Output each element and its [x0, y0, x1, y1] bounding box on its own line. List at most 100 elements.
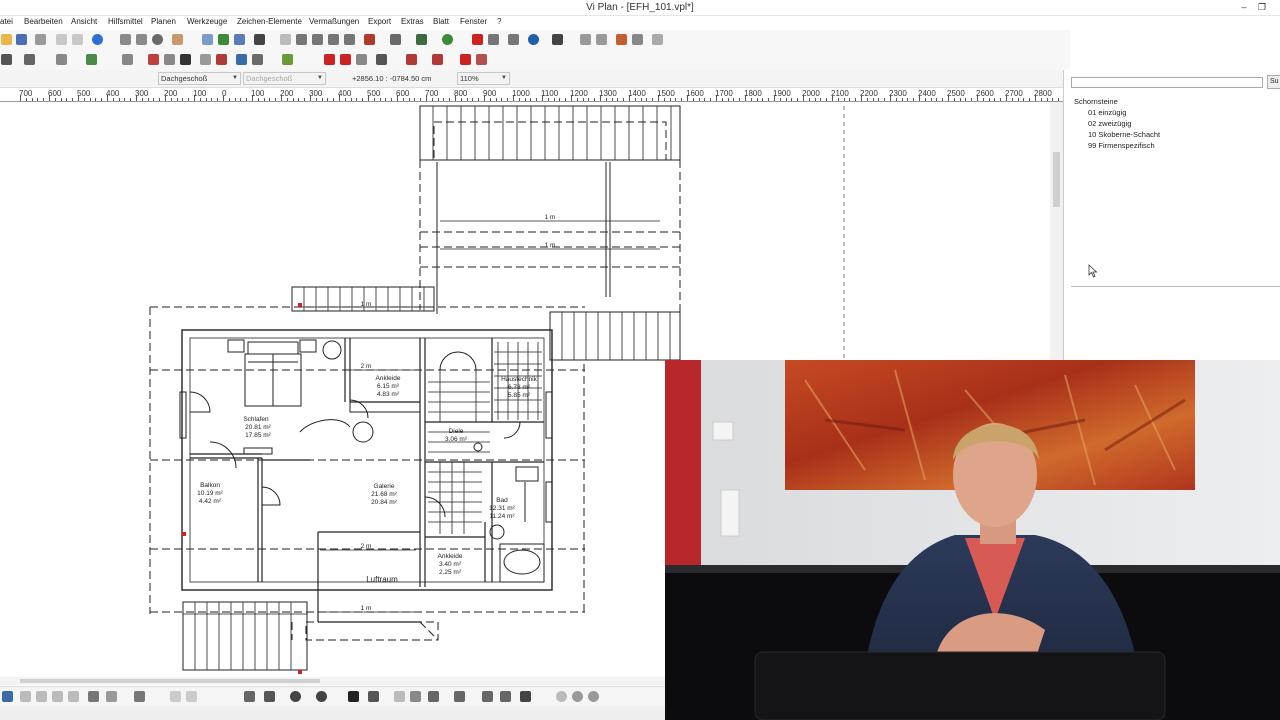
flag-icon[interactable] — [616, 34, 627, 45]
hatch-icon[interactable] — [200, 54, 211, 65]
tool-icon[interactable] — [588, 691, 599, 702]
ellipse-icon[interactable] — [316, 691, 327, 702]
tool-icon[interactable] — [68, 691, 79, 702]
search-button[interactable]: Su — [1267, 75, 1280, 89]
tree-item[interactable]: 10 Skoberne-Schacht — [1074, 129, 1160, 140]
paste-icon[interactable] — [72, 34, 83, 45]
hatch-tool-icon[interactable] — [410, 691, 421, 702]
object-icon[interactable] — [406, 54, 417, 65]
fill-tool-icon[interactable] — [428, 691, 439, 702]
wall-icon[interactable] — [296, 34, 307, 45]
tool-icon[interactable] — [580, 34, 591, 45]
tree-item[interactable]: 01 einzügig — [1074, 107, 1160, 118]
beam-icon[interactable] — [148, 54, 159, 65]
horizontal-scrollbar[interactable] — [0, 677, 665, 685]
scrollbar-thumb[interactable] — [20, 679, 320, 683]
close-x-icon[interactable] — [472, 34, 483, 45]
roof-icon[interactable] — [344, 34, 355, 45]
dimension-icon[interactable] — [368, 691, 379, 702]
pointer-icon[interactable] — [376, 54, 387, 65]
menu-bearbeiten[interactable]: Bearbeiten — [24, 17, 63, 26]
red-tool-icon[interactable] — [324, 54, 335, 65]
open-folder-icon[interactable] — [1, 34, 12, 45]
symbol-icon[interactable] — [356, 54, 367, 65]
menu-hilfsmittel[interactable]: Hilfsmittel — [108, 17, 143, 26]
move-tool-icon[interactable] — [482, 691, 493, 702]
marker-icon[interactable] — [460, 54, 471, 65]
tool-icon[interactable] — [556, 691, 567, 702]
zoom-icon[interactable] — [152, 34, 163, 45]
tool2-icon[interactable] — [596, 34, 607, 45]
copy-tool-icon[interactable] — [134, 691, 145, 702]
home-icon[interactable] — [24, 54, 35, 65]
pin-icon[interactable] — [520, 691, 531, 702]
circle-icon[interactable] — [290, 691, 301, 702]
marker2-icon[interactable] — [476, 54, 487, 65]
tree-root[interactable]: Schornsteine — [1074, 96, 1160, 107]
menu-zeichen-elemente[interactable]: Zeichen-Elemente — [237, 17, 302, 26]
layer-icon[interactable] — [280, 34, 291, 45]
add-icon[interactable] — [442, 34, 453, 45]
copy-icon[interactable] — [56, 34, 67, 45]
menu-werkzeuge[interactable]: Werkzeuge — [187, 17, 227, 26]
snap-icon[interactable] — [218, 34, 229, 45]
euro-icon[interactable] — [528, 34, 539, 45]
tool-icon[interactable] — [572, 691, 583, 702]
zoom-select[interactable]: 110% ▼ — [457, 72, 510, 85]
arrow-tool-icon[interactable] — [454, 691, 465, 702]
menu-help[interactable]: ? — [497, 17, 501, 26]
tool-icon[interactable] — [394, 691, 405, 702]
group-icon[interactable] — [500, 691, 511, 702]
door-icon[interactable] — [312, 34, 323, 45]
calc-icon[interactable] — [488, 34, 499, 45]
zoom-page-icon[interactable] — [120, 34, 131, 45]
red-tool2-icon[interactable] — [340, 54, 351, 65]
select-icon[interactable] — [202, 34, 213, 45]
3d-icon[interactable] — [236, 54, 247, 65]
menu-fenster[interactable]: Fenster — [460, 17, 487, 26]
tool-icon[interactable] — [170, 691, 181, 702]
line-icon[interactable] — [264, 691, 275, 702]
menu-ansicht[interactable]: Ansicht — [71, 17, 97, 26]
menu-planen[interactable]: Planen — [151, 17, 176, 26]
settings-icon[interactable] — [508, 34, 519, 45]
pan-hand-icon[interactable] — [172, 34, 183, 45]
help-icon[interactable] — [92, 34, 103, 45]
tree-item[interactable]: 99 Firmenspezifisch — [1074, 140, 1160, 151]
tree-item[interactable]: 02 zweizügig — [1074, 118, 1160, 129]
render-icon[interactable] — [416, 34, 427, 45]
print-icon[interactable] — [35, 34, 46, 45]
text-icon[interactable] — [348, 691, 359, 702]
vertical-scrollbar[interactable] — [1050, 102, 1063, 360]
zoom-window-icon[interactable] — [136, 34, 147, 45]
extend-icon[interactable] — [106, 691, 117, 702]
stair-icon[interactable] — [328, 34, 339, 45]
trim-icon[interactable] — [88, 691, 99, 702]
image-icon[interactable] — [632, 34, 643, 45]
object2-icon[interactable] — [432, 54, 443, 65]
floor-select[interactable]: Dachgeschoß ▼ — [158, 72, 241, 85]
clipboard-icon[interactable] — [244, 691, 255, 702]
view-icon[interactable] — [252, 54, 263, 65]
arrow-icon[interactable] — [1, 54, 12, 65]
menu-extras[interactable]: Extras — [401, 17, 424, 26]
misc-icon[interactable] — [652, 34, 663, 45]
save-icon[interactable] — [16, 34, 27, 45]
window-icon[interactable] — [122, 54, 133, 65]
delete-icon[interactable] — [364, 34, 375, 45]
pen-icon[interactable] — [552, 34, 563, 45]
menu-vermassungen[interactable]: Vermaßungen — [309, 17, 359, 26]
text-cursor-icon[interactable] — [180, 54, 191, 65]
column-icon[interactable] — [164, 54, 175, 65]
house-icon[interactable] — [86, 54, 97, 65]
menu-export[interactable]: Export — [368, 17, 391, 26]
fill-icon[interactable] — [216, 54, 227, 65]
tool-icon[interactable] — [36, 691, 47, 702]
library-search-input[interactable] — [1071, 77, 1263, 88]
measure-icon[interactable] — [254, 34, 265, 45]
tool-icon[interactable] — [20, 691, 31, 702]
grid-icon[interactable] — [234, 34, 245, 45]
restore-button[interactable]: ❐ — [1253, 0, 1271, 15]
tool-icon[interactable] — [186, 691, 197, 702]
scrollbar-thumb[interactable] — [1053, 152, 1060, 207]
